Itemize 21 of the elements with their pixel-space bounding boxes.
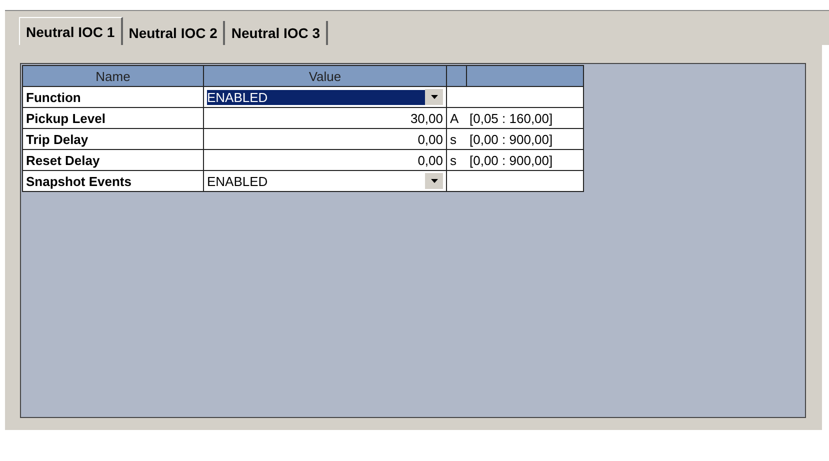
table-cell: Snapshot Events — [22, 170, 204, 192]
column-header: Name — [22, 66, 204, 86]
table-cell[interactable]: 30,00 — [204, 108, 446, 128]
table-cell: Function — [22, 86, 204, 108]
table-cell: A — [446, 108, 466, 128]
table-cell: Pickup Level — [22, 108, 204, 128]
table-cell: [0,00 : 900,00] — [466, 150, 584, 170]
dropdown[interactable]: ENABLED — [204, 86, 446, 108]
table-cell[interactable]: 0,00 — [204, 128, 446, 150]
caret-icon — [425, 89, 443, 105]
table-cell: [0,05 : 160,00] — [466, 108, 584, 128]
table-cell: Trip Delay — [22, 128, 204, 150]
table-cell: s — [446, 150, 466, 170]
column-header: Value — [204, 66, 446, 86]
tab[interactable]: Neutral IOC 1 — [19, 17, 123, 45]
caret-icon — [425, 173, 443, 189]
table-cell: s — [446, 128, 466, 150]
table-cell: Reset Delay — [22, 150, 204, 170]
table-cell[interactable]: 0,00 — [204, 150, 446, 170]
table-cell: [0,00 : 900,00] — [466, 128, 584, 150]
dropdown[interactable]: ENABLED — [204, 170, 446, 192]
